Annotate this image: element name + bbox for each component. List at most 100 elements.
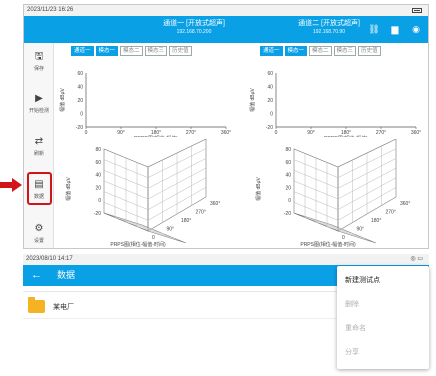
y-axis-label: 幅值 dBμV — [59, 87, 66, 111]
status-bar: 2023/11/23 16:26 — [24, 5, 428, 16]
tab-channel-1[interactable]: 通道一 — [71, 46, 94, 56]
z-tick-label: 60 — [285, 160, 291, 166]
channel-1-ip: 192.168.70.200 — [176, 29, 212, 35]
sidebar-item-save[interactable]: 🖫 保存 — [24, 51, 54, 72]
x-tick-label: 360° — [411, 130, 421, 136]
channel-1-name: 通道一 [开放式超声] — [163, 20, 225, 27]
status-icons: ◎ ▭ — [410, 256, 423, 262]
tab-history[interactable]: 历史值 — [358, 46, 381, 56]
divider — [23, 291, 343, 292]
tab-mode-3[interactable]: 模态三 — [333, 46, 357, 56]
y-tick-label: 60 — [267, 71, 273, 77]
y-tick-label: 20 — [267, 98, 273, 104]
x-axis-label: PRPS图(相位-幅值-时间) — [110, 241, 166, 248]
link-icon[interactable]: ⛓ — [368, 24, 380, 35]
y-tick-label: -20 — [266, 125, 273, 131]
phase-tick-label: 0 — [342, 235, 345, 241]
z-tick-label: -20 — [94, 211, 101, 217]
prpd-chart-2: 6040200-20090°180°270°360°PRPD图(相位-幅值)幅值… — [249, 71, 421, 137]
menu-item-rename[interactable]: 重命名 — [345, 323, 366, 333]
x-axis-label: PRPD图(相位-幅值) — [134, 135, 178, 137]
menu-item-share[interactable]: 分享 — [345, 347, 359, 357]
x-tick-label: 90° — [117, 130, 125, 136]
sidebar: 🖫 保存 ▶ 开始检测 ⇄ 刷新 ▤ 数据 ⚙ 设置 — [24, 43, 54, 248]
sidebar-item-start[interactable]: ▶ 开始检测 — [24, 93, 54, 114]
tab-mode-1[interactable]: 模态一 — [284, 46, 308, 56]
z-tick-label: 40 — [285, 173, 291, 179]
z-tick-label: -20 — [284, 211, 291, 217]
x-axis-label: PRPD图(相位-幅值) — [324, 135, 368, 137]
folder-icon — [28, 297, 45, 313]
list-item[interactable]: 某电厂 — [23, 297, 343, 319]
y-tick-label: -20 — [76, 125, 83, 131]
tab-mode-2[interactable]: 模态二 — [120, 46, 143, 56]
battery-icon — [412, 8, 422, 13]
tab-mode-3[interactable]: 模态三 — [144, 46, 168, 56]
x-tick-label: 0 — [85, 130, 88, 136]
channel-2-name: 通道二 [开放式超声] — [298, 20, 360, 27]
z-tick-label: 40 — [95, 173, 101, 179]
phase-tick-label: 90° — [357, 227, 365, 233]
phase-tick-label: 270° — [196, 210, 206, 216]
menu-item-delete[interactable]: 删除 — [345, 299, 359, 309]
refresh-icon: ⇄ — [34, 136, 44, 147]
menu-item-new-test-point[interactable]: 新建测试点 — [345, 275, 380, 285]
channel-2-tabs: 通道一 模态一 模态二 模态三 历史值 — [260, 46, 381, 56]
camera-icon[interactable]: ▆ — [389, 24, 401, 35]
pointer-arrow-icon — [0, 178, 22, 192]
save-icon: 🖫 — [34, 51, 44, 62]
sidebar-item-label: 刷新 — [33, 151, 44, 157]
detection-screen: 2023/11/23 16:26 通道一 [开放式超声] 192.168.70.… — [23, 4, 429, 249]
wireless-icon[interactable]: ◉ — [410, 24, 422, 35]
z-tick-label: 0 — [288, 198, 291, 204]
grid-line — [304, 217, 344, 230]
x-tick-label: 90° — [307, 130, 315, 136]
context-menu: 新建测试点 删除 重命名 分享 — [337, 266, 429, 369]
y-tick-label: 0 — [270, 112, 273, 118]
sidebar-item-label: 设置 — [33, 238, 44, 244]
sidebar-item-label: 保存 — [33, 66, 44, 72]
sidebar-item-settings[interactable]: ⚙ 设置 — [24, 223, 54, 244]
z-tick-label: 80 — [95, 147, 101, 153]
sidebar-item-refresh[interactable]: ⇄ 刷新 — [24, 136, 54, 157]
status-time: 2023/08/10 14:17 — [26, 256, 73, 262]
tab-mode-1[interactable]: 模态一 — [95, 46, 119, 56]
y-tick-label: 40 — [267, 85, 273, 91]
phase-tick-label: 180° — [181, 218, 191, 224]
x-axis-label: PRPS图(相位-幅值-时间) — [300, 241, 356, 248]
prps-chart-2: 80 60 40 20 0 -20 0 90° 180° 270° 360° PRPS图(相位-幅值-… — [255, 139, 410, 248]
channel-1-title: 通道一 [开放式超声] 192.168.70.200 — [119, 19, 269, 36]
phase-tick-label: 180° — [371, 218, 381, 224]
tab-history[interactable]: 历史值 — [169, 46, 192, 56]
tab-channel-2[interactable]: 通道一 — [260, 46, 283, 56]
phase-tick-label: 360° — [210, 201, 220, 207]
grid-line — [114, 217, 154, 230]
phase-tick-label: 90° — [167, 227, 175, 233]
status-time: 2023/11/23 16:26 — [27, 7, 74, 13]
prpd-chart-1: 6040200-20090°180°270°360°PRPD图(相位-幅值)幅值… — [59, 71, 231, 137]
status-bar: 2023/08/10 14:17 ◎ ▭ — [23, 254, 429, 265]
y-tick-label: 40 — [77, 85, 83, 91]
x-tick-label: 270° — [186, 130, 196, 136]
z-tick-label: 60 — [95, 160, 101, 166]
y-axis-label: 幅值 dBμV — [255, 176, 262, 200]
data-highlight-box — [27, 172, 52, 205]
y-tick-label: 60 — [77, 71, 83, 77]
y-tick-label: 0 — [80, 112, 83, 118]
phase-tick-label: 0 — [152, 235, 155, 241]
page-title: 数据 — [57, 270, 76, 280]
z-tick-label: 0 — [98, 198, 101, 204]
z-tick-label: 20 — [285, 185, 291, 191]
tab-mode-2[interactable]: 模态二 — [309, 46, 332, 56]
settings-icon: ⚙ — [34, 223, 44, 234]
grid-line — [125, 221, 165, 235]
play-icon: ▶ — [35, 93, 43, 104]
arrow-left-icon[interactable]: ← — [31, 268, 42, 282]
y-tick-label: 20 — [77, 98, 83, 104]
sidebar-item-label: 开始检测 — [28, 108, 49, 114]
grid-line — [315, 221, 355, 235]
x-tick-label: 270° — [376, 130, 386, 136]
z-tick-label: 80 — [285, 147, 291, 153]
list-item-label: 某电厂 — [53, 304, 74, 311]
x-tick-label: 360° — [221, 130, 231, 136]
